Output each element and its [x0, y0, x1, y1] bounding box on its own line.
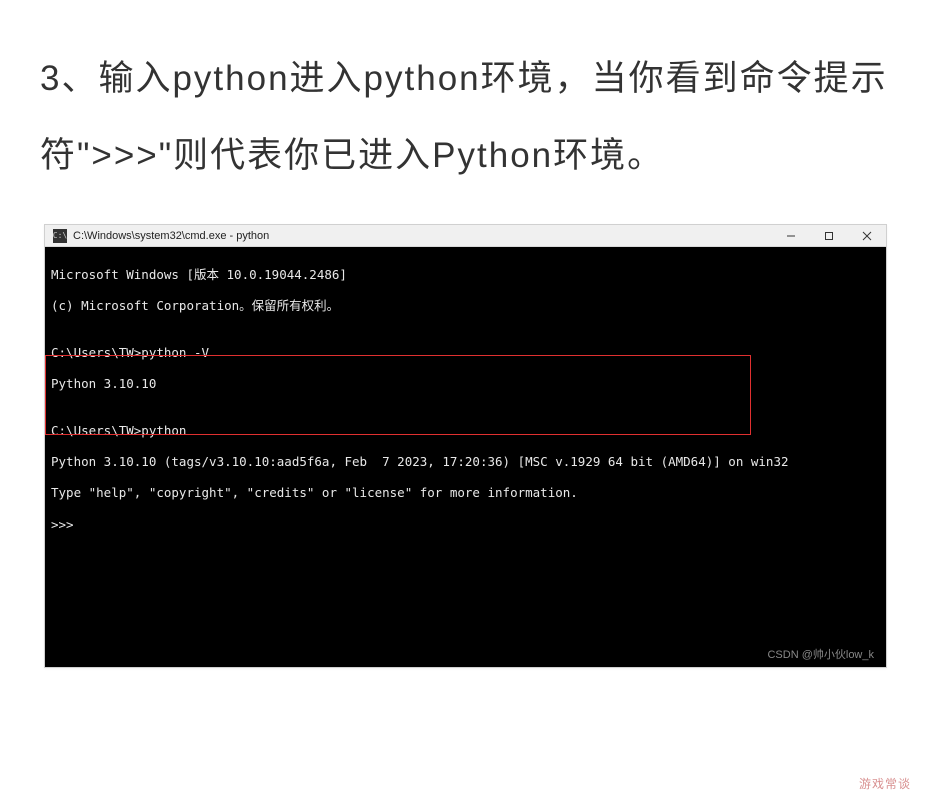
- article-container: 3、输入python进入python环境，当你看到命令提示符">>>"则代表你已…: [0, 0, 931, 800]
- minimize-button[interactable]: [772, 225, 810, 247]
- terminal-line: C:\Users\TW>python -V: [51, 345, 880, 361]
- terminal-line: Type "help", "copyright", "credits" or "…: [51, 485, 880, 501]
- instruction-text: 3、输入python进入python环境，当你看到命令提示符">>>"则代表你已…: [40, 40, 891, 194]
- window-title: C:\Windows\system32\cmd.exe - python: [73, 230, 269, 242]
- terminal-line: Python 3.10.10 (tags/v3.10.10:aad5f6a, F…: [51, 454, 880, 470]
- terminal-line: (c) Microsoft Corporation。保留所有权利。: [51, 298, 880, 314]
- terminal-line: C:\Users\TW>python: [51, 423, 880, 439]
- cmd-icon: C:\: [53, 229, 67, 243]
- python-prompt: >>>: [51, 517, 880, 533]
- terminal-line: Python 3.10.10: [51, 376, 880, 392]
- cmd-screenshot: C:\ C:\Windows\system32\cmd.exe - python…: [44, 224, 887, 668]
- window-titlebar: C:\ C:\Windows\system32\cmd.exe - python: [45, 225, 886, 247]
- window-controls: [772, 225, 886, 246]
- maximize-button[interactable]: [810, 225, 848, 247]
- terminal-line: Microsoft Windows [版本 10.0.19044.2486]: [51, 267, 880, 283]
- footer-watermark: 游戏常谈: [859, 775, 911, 792]
- csdn-watermark: CSDN @帅小伙low_k: [767, 649, 874, 663]
- close-button[interactable]: [848, 225, 886, 247]
- terminal-body[interactable]: Microsoft Windows [版本 10.0.19044.2486] (…: [45, 247, 886, 667]
